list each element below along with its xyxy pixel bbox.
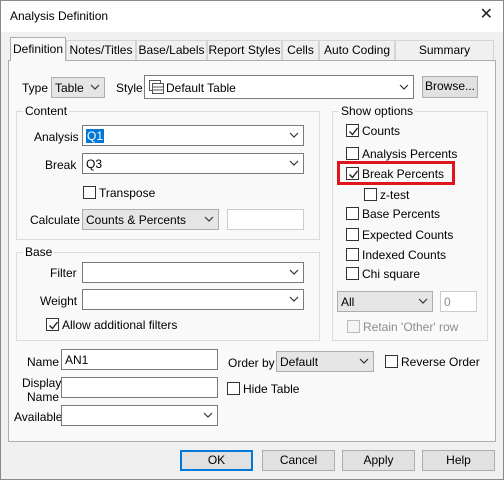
order-by-label: Order by <box>228 356 275 370</box>
count-value: 0 <box>444 295 451 309</box>
expected-counts-label: Expected Counts <box>362 228 454 242</box>
chevron-down-icon <box>204 216 214 222</box>
break-label: Break <box>45 158 77 172</box>
weight-select[interactable] <box>82 289 304 310</box>
break-value: Q3 <box>86 157 103 171</box>
counts-label: Counts <box>362 124 401 138</box>
content-group-title: Content <box>23 104 70 118</box>
count-field[interactable]: 0 <box>440 291 477 312</box>
help-button[interactable]: Help <box>422 450 495 471</box>
type-select[interactable]: Table <box>51 77 105 98</box>
analysis-select[interactable]: Q1 <box>82 125 304 146</box>
cancel-button[interactable]: Cancel <box>262 450 335 471</box>
calculate-select[interactable]: Counts & Percents <box>82 209 219 230</box>
analysis-percents-checkbox[interactable] <box>346 147 359 160</box>
show-options-title: Show options <box>339 104 416 118</box>
all-value: All <box>341 295 355 309</box>
checkmark-icon <box>49 321 59 330</box>
reverse-order-checkbox[interactable] <box>385 355 398 368</box>
calculate-label: Calculate <box>30 213 81 227</box>
calculate-value: Counts & Percents <box>86 213 187 227</box>
chevron-down-icon <box>289 132 299 138</box>
retain-other-checkbox[interactable] <box>347 320 360 333</box>
type-label: Type <box>22 81 49 95</box>
analysis-value: Q1 <box>86 129 105 143</box>
base-group-title: Base <box>23 245 55 259</box>
all-select[interactable]: All <box>337 291 433 312</box>
z-test-label: z-test <box>380 188 410 202</box>
chevron-down-icon <box>418 298 428 304</box>
chevron-down-icon <box>359 358 369 364</box>
base-percents-checkbox[interactable] <box>346 207 359 220</box>
analysis-label: Analysis <box>34 130 79 144</box>
name-label: Name <box>27 355 60 369</box>
ok-button[interactable]: OK <box>180 450 253 471</box>
weight-label: Weight <box>40 294 78 308</box>
retain-other-label: Retain 'Other' row <box>363 320 459 334</box>
style-select[interactable]: Default Table <box>144 75 414 99</box>
order-by-value: Default <box>280 355 319 369</box>
name-field[interactable]: AN1 <box>61 349 218 370</box>
name-value: AN1 <box>65 353 89 367</box>
chevron-down-icon <box>289 269 299 275</box>
expected-counts-checkbox[interactable] <box>346 228 359 241</box>
break-percents-highlight <box>337 161 455 185</box>
display-name-label-line2: Name <box>27 390 60 404</box>
indexed-counts-label: Indexed Counts <box>362 248 447 262</box>
analysis-percents-label: Analysis Percents <box>362 147 458 161</box>
chevron-down-icon <box>289 296 299 302</box>
chevron-down-icon <box>203 412 213 418</box>
chevron-down-icon <box>90 84 100 90</box>
browse-button[interactable]: Browse... <box>422 76 478 98</box>
calculate-extra-field[interactable] <box>227 209 304 230</box>
chi-square-label: Chi square <box>362 267 421 281</box>
checkmark-icon <box>349 127 359 136</box>
chevron-down-icon <box>399 84 409 90</box>
chi-square-checkbox[interactable] <box>346 267 359 280</box>
style-value: Default Table <box>166 81 236 95</box>
display-name-label-line1: Display <box>22 376 62 390</box>
transpose-checkbox[interactable] <box>83 186 96 199</box>
hide-table-label: Hide Table <box>243 382 300 396</box>
chevron-down-icon <box>289 160 299 166</box>
allow-filters-checkbox[interactable] <box>46 318 59 331</box>
filter-select[interactable] <box>82 262 304 283</box>
transpose-label: Transpose <box>99 186 156 200</box>
order-by-select[interactable]: Default <box>276 351 374 372</box>
break-select[interactable]: Q3 <box>82 153 304 174</box>
table-style-icon <box>149 80 164 94</box>
available-label: Available <box>14 410 63 424</box>
z-test-checkbox[interactable] <box>364 188 377 201</box>
apply-button[interactable]: Apply <box>342 450 415 471</box>
counts-checkbox[interactable] <box>346 124 359 137</box>
type-value: Table <box>55 81 84 95</box>
available-select[interactable] <box>61 405 218 426</box>
display-name-field[interactable] <box>61 377 218 398</box>
filter-label: Filter <box>50 266 77 280</box>
base-percents-label: Base Percents <box>362 207 441 221</box>
indexed-counts-checkbox[interactable] <box>346 248 359 261</box>
reverse-order-label: Reverse Order <box>401 355 480 369</box>
style-label: Style <box>116 81 143 95</box>
hide-table-checkbox[interactable] <box>227 382 240 395</box>
allow-filters-label: Allow additional filters <box>62 318 178 332</box>
